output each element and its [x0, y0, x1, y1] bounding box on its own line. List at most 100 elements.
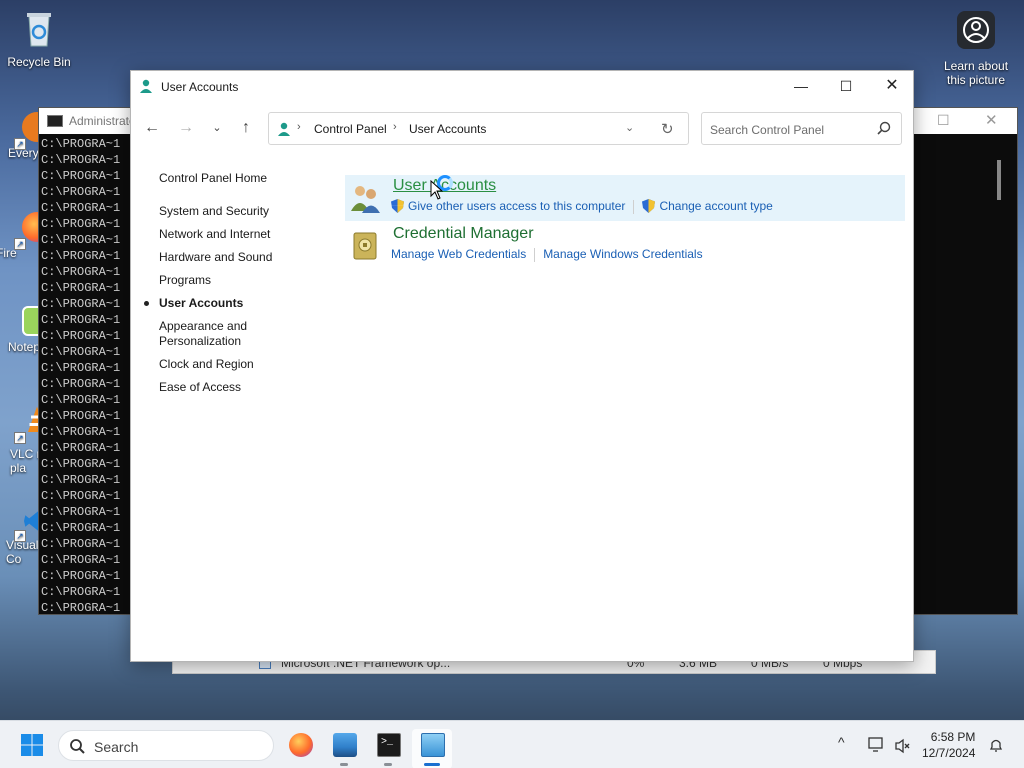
- up-arrow-icon[interactable]: ↑: [236, 119, 256, 139]
- console-line: C:\PROGRA~1: [41, 361, 121, 375]
- learn-picture-desktop-icon[interactable]: Learn about this picture: [936, 10, 1016, 87]
- console-line: C:\PROGRA~1: [41, 153, 121, 167]
- running-indicator: [384, 763, 392, 766]
- sidebar-item-network-internet[interactable]: Network and Internet: [159, 227, 329, 242]
- running-indicator: [340, 763, 348, 766]
- sidebar-item-appearance-personalization[interactable]: Appearance and Personalization: [159, 319, 329, 349]
- console-line: C:\PROGRA~1: [41, 217, 121, 231]
- console-line: C:\PROGRA~1: [41, 553, 121, 567]
- sidebar-item-hardware-sound[interactable]: Hardware and Sound: [159, 250, 329, 265]
- recycle-bin-icon: [27, 13, 51, 47]
- address-dropdown-chevron-icon[interactable]: ⌄: [625, 121, 634, 134]
- breadcrumb-control-panel[interactable]: Control Panel: [314, 122, 387, 136]
- console-line: C:\PROGRA~1: [41, 169, 121, 183]
- console-line: C:\PROGRA~1: [41, 281, 121, 295]
- console-line: C:\PROGRA~1: [41, 185, 121, 199]
- search-placeholder: Search Control Panel: [710, 123, 825, 137]
- user-accounts-window[interactable]: User Accounts — ☐ ✕ ← → ⌄ ↑ › Control Pa…: [130, 70, 914, 662]
- breadcrumb-user-accounts[interactable]: User Accounts: [409, 122, 486, 136]
- console-line: C:\PROGRA~1: [41, 297, 121, 311]
- category-credential-manager[interactable]: Credential Manager Manage Web Credential…: [345, 223, 905, 269]
- give-access-link[interactable]: Give other users access to this computer: [408, 199, 625, 213]
- recycle-bin-desktop-icon[interactable]: Recycle Bin: [2, 8, 76, 69]
- console-line: C:\PROGRA~1: [41, 521, 121, 535]
- console-maximize-button[interactable]: ☐: [937, 112, 950, 129]
- console-line: C:\PROGRA~1: [41, 473, 121, 487]
- taskbar-search-box[interactable]: Search: [58, 730, 274, 761]
- sidebar-item-clock-region[interactable]: Clock and Region: [159, 357, 329, 372]
- taskbar-photos[interactable]: [324, 729, 364, 768]
- clock-time: 6:58 PM: [930, 730, 976, 744]
- console-line: C:\PROGRA~1: [41, 233, 121, 247]
- sidebar-item-programs[interactable]: Programs: [159, 273, 329, 288]
- link-divider: [534, 247, 536, 262]
- breadcrumb-separator-icon: ›: [393, 121, 397, 133]
- photos-icon: [333, 733, 357, 757]
- credential-manager-title-link[interactable]: Credential Manager: [393, 225, 534, 243]
- system-clock[interactable]: 6:58 PM 12/7/2024: [922, 729, 975, 761]
- sidebar-item-control-panel-home[interactable]: Control Panel Home: [159, 171, 329, 186]
- volume-muted-icon[interactable]: [894, 738, 910, 754]
- back-arrow-icon[interactable]: ←: [142, 119, 162, 139]
- search-icon[interactable]: [877, 121, 891, 135]
- user-accounts-icon: [351, 186, 380, 213]
- sidebar-item-system-security[interactable]: System and Security: [159, 204, 329, 219]
- manage-windows-credentials-link[interactable]: Manage Windows Credentials: [543, 247, 702, 261]
- refresh-icon[interactable]: ↻: [661, 120, 674, 138]
- taskbar-firefox[interactable]: [280, 729, 320, 768]
- console-line: C:\PROGRA~1: [41, 505, 121, 519]
- network-icon[interactable]: [868, 737, 886, 753]
- maximize-button[interactable]: ☐: [823, 71, 869, 101]
- credential-manager-icon: [353, 232, 377, 260]
- window-titlebar[interactable]: User Accounts — ☐ ✕: [131, 71, 913, 101]
- category-list: User Accounts Give other users access to…: [345, 175, 905, 271]
- shortcut-arrow-icon: ↗: [14, 238, 26, 250]
- show-hidden-icons-chevron-icon[interactable]: ^: [838, 734, 845, 750]
- taskbar-search-label: Search: [94, 739, 139, 755]
- window-title: User Accounts: [161, 80, 239, 94]
- console-output: C:\PROGRA~1 C:\PROGRA~1 C:\PROGRA~1 C:\PROG…: [41, 136, 120, 616]
- console-line: C:\PROGRA~1: [41, 345, 121, 359]
- control-panel-icon: [421, 733, 445, 757]
- windows-start-icon[interactable]: [20, 733, 44, 757]
- active-indicator: [424, 763, 440, 766]
- taskbar: Search >_ ^ 6:58 PM 12/7/2024: [0, 720, 1024, 768]
- sidebar-item-ease-of-access[interactable]: Ease of Access: [159, 380, 329, 395]
- recent-locations-chevron-icon[interactable]: ⌄: [207, 119, 227, 139]
- console-icon: [47, 115, 63, 127]
- notification-bell-icon[interactable]: [988, 737, 1004, 753]
- console-line: C:\PROGRA~1: [41, 457, 121, 471]
- console-line: C:\PROGRA~1: [41, 601, 121, 615]
- console-close-button[interactable]: ✕: [985, 111, 998, 129]
- navigation-bar: ← → ⌄ ↑ › Control Panel › User Accounts …: [131, 111, 915, 147]
- search-icon: [70, 739, 85, 754]
- manage-web-credentials-link[interactable]: Manage Web Credentials: [391, 247, 526, 261]
- close-button[interactable]: ✕: [869, 71, 915, 101]
- console-line: C:\PROGRA~1: [41, 137, 121, 151]
- uac-shield-icon: [642, 199, 656, 213]
- recycle-bin-label: Recycle Bin: [7, 55, 71, 69]
- taskbar-terminal[interactable]: >_: [368, 729, 408, 768]
- forward-arrow-icon[interactable]: →: [176, 119, 196, 139]
- sidebar-item-user-accounts[interactable]: User Accounts: [144, 296, 329, 311]
- category-user-accounts[interactable]: User Accounts Give other users access to…: [345, 175, 905, 221]
- shortcut-arrow-icon: ↗: [14, 432, 26, 444]
- console-scrollbar[interactable]: [997, 160, 1001, 200]
- console-line: C:\PROGRA~1: [41, 441, 121, 455]
- console-line: C:\PROGRA~1: [41, 313, 121, 327]
- taskbar-control-panel[interactable]: [412, 729, 452, 768]
- console-line: C:\PROGRA~1: [41, 425, 121, 439]
- console-line: C:\PROGRA~1: [41, 377, 121, 391]
- console-line: C:\PROGRA~1: [41, 569, 121, 583]
- firefox-icon: [289, 733, 313, 757]
- camera-info-icon: [957, 11, 995, 49]
- search-control-panel-input[interactable]: Search Control Panel: [701, 112, 902, 145]
- address-bar[interactable]: › Control Panel › User Accounts ⌄ ↻: [268, 112, 689, 145]
- control-panel-sidebar: Control Panel Home System and Security N…: [144, 171, 329, 403]
- console-line: C:\PROGRA~1: [41, 249, 121, 263]
- change-account-type-link[interactable]: Change account type: [659, 199, 772, 213]
- terminal-icon: >_: [377, 733, 401, 757]
- console-line: C:\PROGRA~1: [41, 265, 121, 279]
- minimize-button[interactable]: —: [778, 71, 824, 101]
- shortcut-arrow-icon: ↗: [14, 138, 26, 150]
